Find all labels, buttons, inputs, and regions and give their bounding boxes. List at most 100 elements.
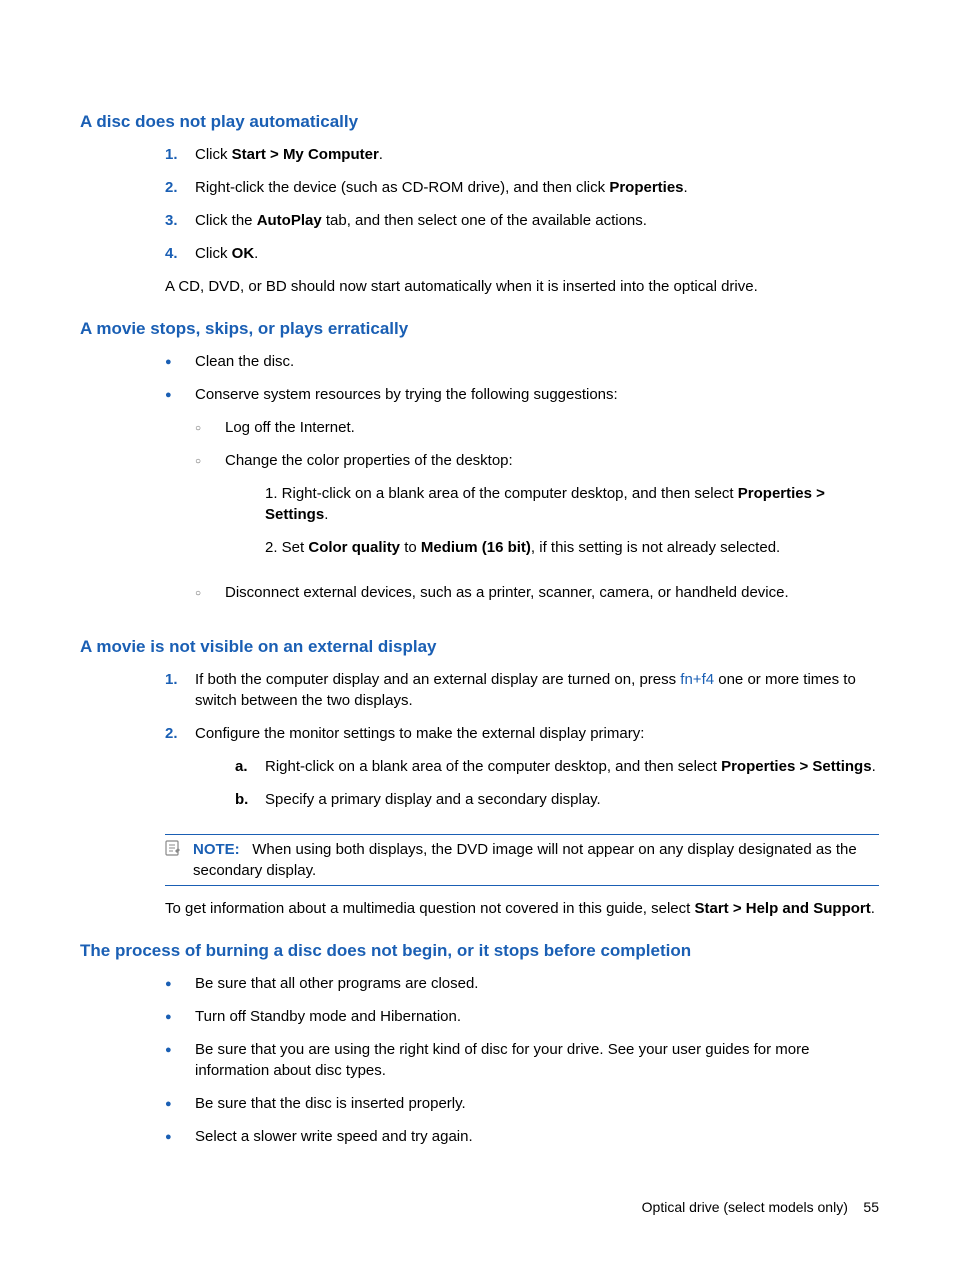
list-text: Configure the monitor settings to make t…	[195, 723, 879, 822]
bold-text: Color quality	[308, 539, 400, 556]
paragraph: 2. Set Color quality to Medium (16 bit),…	[265, 537, 879, 558]
sub-bullet-icon: ○	[195, 450, 225, 570]
list-item: ● Clean the disc.	[165, 351, 879, 372]
bold-text: Medium (16 bit)	[421, 539, 531, 556]
ordered-list-s1: 1. Click Start > My Computer. 2. Right-c…	[165, 144, 879, 264]
text: Click the	[195, 212, 257, 229]
list-text: Click Start > My Computer.	[195, 144, 879, 165]
list-item: ●Be sure that all other programs are clo…	[165, 973, 879, 994]
note-text: NOTE: When using both displays, the DVD …	[193, 839, 879, 881]
list-marker: 1.	[165, 144, 195, 165]
text: Click	[195, 146, 232, 163]
text: .	[871, 900, 875, 917]
note-box: NOTE: When using both displays, the DVD …	[165, 834, 879, 886]
list-text: Change the color properties of the deskt…	[225, 450, 879, 570]
bullet-icon: ●	[165, 351, 195, 372]
bullet-icon: ●	[165, 1039, 195, 1081]
text: If both the computer display and an exte…	[195, 671, 680, 688]
text: To get information about a multimedia qu…	[165, 900, 694, 917]
heading-movie-erratic: A movie stops, skips, or plays erratical…	[80, 319, 879, 339]
list-text: Clean the disc.	[195, 351, 879, 372]
bullet-icon: ●	[165, 1126, 195, 1147]
list-text: Turn off Standby mode and Hibernation.	[195, 1006, 879, 1027]
list-item: 2. Right-click the device (such as CD-RO…	[165, 177, 879, 198]
bold-text: AutoPlay	[257, 212, 322, 229]
text: .	[379, 146, 383, 163]
text: to	[400, 539, 421, 556]
text: .	[684, 179, 688, 196]
list-marker: 4.	[165, 243, 195, 264]
bold-text: OK	[232, 245, 255, 262]
list-text: Right-click on a blank area of the compu…	[265, 756, 879, 777]
text: Change the color properties of the deskt…	[225, 452, 513, 469]
page-number: 55	[863, 1199, 879, 1215]
list-text: If both the computer display and an exte…	[195, 669, 879, 711]
heading-disc-burning: The process of burning a disc does not b…	[80, 941, 879, 961]
letter-list: a. Right-click on a blank area of the co…	[235, 756, 879, 810]
text: Right-click on a blank area of the compu…	[265, 758, 721, 775]
text: tab, and then select one of the availabl…	[322, 212, 647, 229]
ordered-list-s3: 1. If both the computer display and an e…	[165, 669, 879, 822]
key-shortcut: fn+f4	[680, 671, 714, 688]
sub-bullet-list: ○ Log off the Internet. ○ Change the col…	[195, 417, 879, 603]
bold-text: Properties	[609, 179, 683, 196]
list-marker: 1.	[165, 669, 195, 711]
footer-text: Optical drive (select models only)	[642, 1199, 848, 1215]
note-icon	[165, 839, 193, 881]
text: , if this setting is not already selecte…	[531, 539, 780, 556]
list-item: ●Turn off Standby mode and Hibernation.	[165, 1006, 879, 1027]
list-marker: 2.	[165, 723, 195, 822]
sub-bullet-icon: ○	[195, 417, 225, 438]
list-item: ○ Log off the Internet.	[195, 417, 879, 438]
list-text: Be sure that all other programs are clos…	[195, 973, 879, 994]
list-text: Select a slower write speed and try agai…	[195, 1126, 879, 1147]
list-item: 4. Click OK.	[165, 243, 879, 264]
text: .	[254, 245, 258, 262]
bullet-icon: ●	[165, 1006, 195, 1027]
bold-text: Start > Help and Support	[694, 900, 870, 917]
list-text: Specify a primary display and a secondar…	[265, 789, 879, 810]
content-s2: ● Clean the disc. ● Conserve system reso…	[165, 351, 879, 615]
bullet-list-s2: ● Clean the disc. ● Conserve system reso…	[165, 351, 879, 615]
content-s3: 1. If both the computer display and an e…	[165, 669, 879, 919]
content-s4: ●Be sure that all other programs are clo…	[165, 973, 879, 1147]
bold-text: Start > My Computer	[232, 146, 379, 163]
text: Conserve system resources by trying the …	[195, 386, 618, 403]
text: Right-click the device (such as CD-ROM d…	[195, 179, 609, 196]
list-item: 2. Configure the monitor settings to mak…	[165, 723, 879, 822]
bullet-icon: ●	[165, 384, 195, 615]
list-marker: 3.	[165, 210, 195, 231]
text: .	[324, 506, 328, 523]
list-item: b. Specify a primary display and a secon…	[235, 789, 879, 810]
paragraph: 1. Right-click on a blank area of the co…	[265, 483, 879, 525]
list-item: 1. If both the computer display and an e…	[165, 669, 879, 711]
list-text: Disconnect external devices, such as a p…	[225, 582, 879, 603]
list-text: Be sure that the disc is inserted proper…	[195, 1093, 879, 1114]
bullet-list-s4: ●Be sure that all other programs are clo…	[165, 973, 879, 1147]
note-label: NOTE:	[193, 841, 240, 858]
list-item: 1. Click Start > My Computer.	[165, 144, 879, 165]
list-item: ●Select a slower write speed and try aga…	[165, 1126, 879, 1147]
document-page: A disc does not play automatically 1. Cl…	[0, 0, 954, 1270]
bullet-icon: ●	[165, 1093, 195, 1114]
bold-text: Properties > Settings	[721, 758, 871, 775]
paragraph: A CD, DVD, or BD should now start automa…	[165, 276, 879, 297]
sub-bullet-icon: ○	[195, 582, 225, 603]
list-marker: b.	[235, 789, 265, 810]
bullet-icon: ●	[165, 973, 195, 994]
heading-disc-not-autoplay: A disc does not play automatically	[80, 112, 879, 132]
text: 2. Set	[265, 539, 308, 556]
list-item: ● Conserve system resources by trying th…	[165, 384, 879, 615]
list-item: ●Be sure that the disc is inserted prope…	[165, 1093, 879, 1114]
list-item: a. Right-click on a blank area of the co…	[235, 756, 879, 777]
list-text: Right-click the device (such as CD-ROM d…	[195, 177, 879, 198]
list-text: Click the AutoPlay tab, and then select …	[195, 210, 879, 231]
text: When using both displays, the DVD image …	[193, 841, 857, 879]
list-item: ○ Change the color properties of the des…	[195, 450, 879, 570]
list-text: Conserve system resources by trying the …	[195, 384, 879, 615]
heading-movie-external: A movie is not visible on an external di…	[80, 637, 879, 657]
list-item: ●Be sure that you are using the right ki…	[165, 1039, 879, 1081]
content-s1: 1. Click Start > My Computer. 2. Right-c…	[165, 144, 879, 297]
text: 1. Right-click on a blank area of the co…	[265, 485, 738, 502]
list-text: Click OK.	[195, 243, 879, 264]
